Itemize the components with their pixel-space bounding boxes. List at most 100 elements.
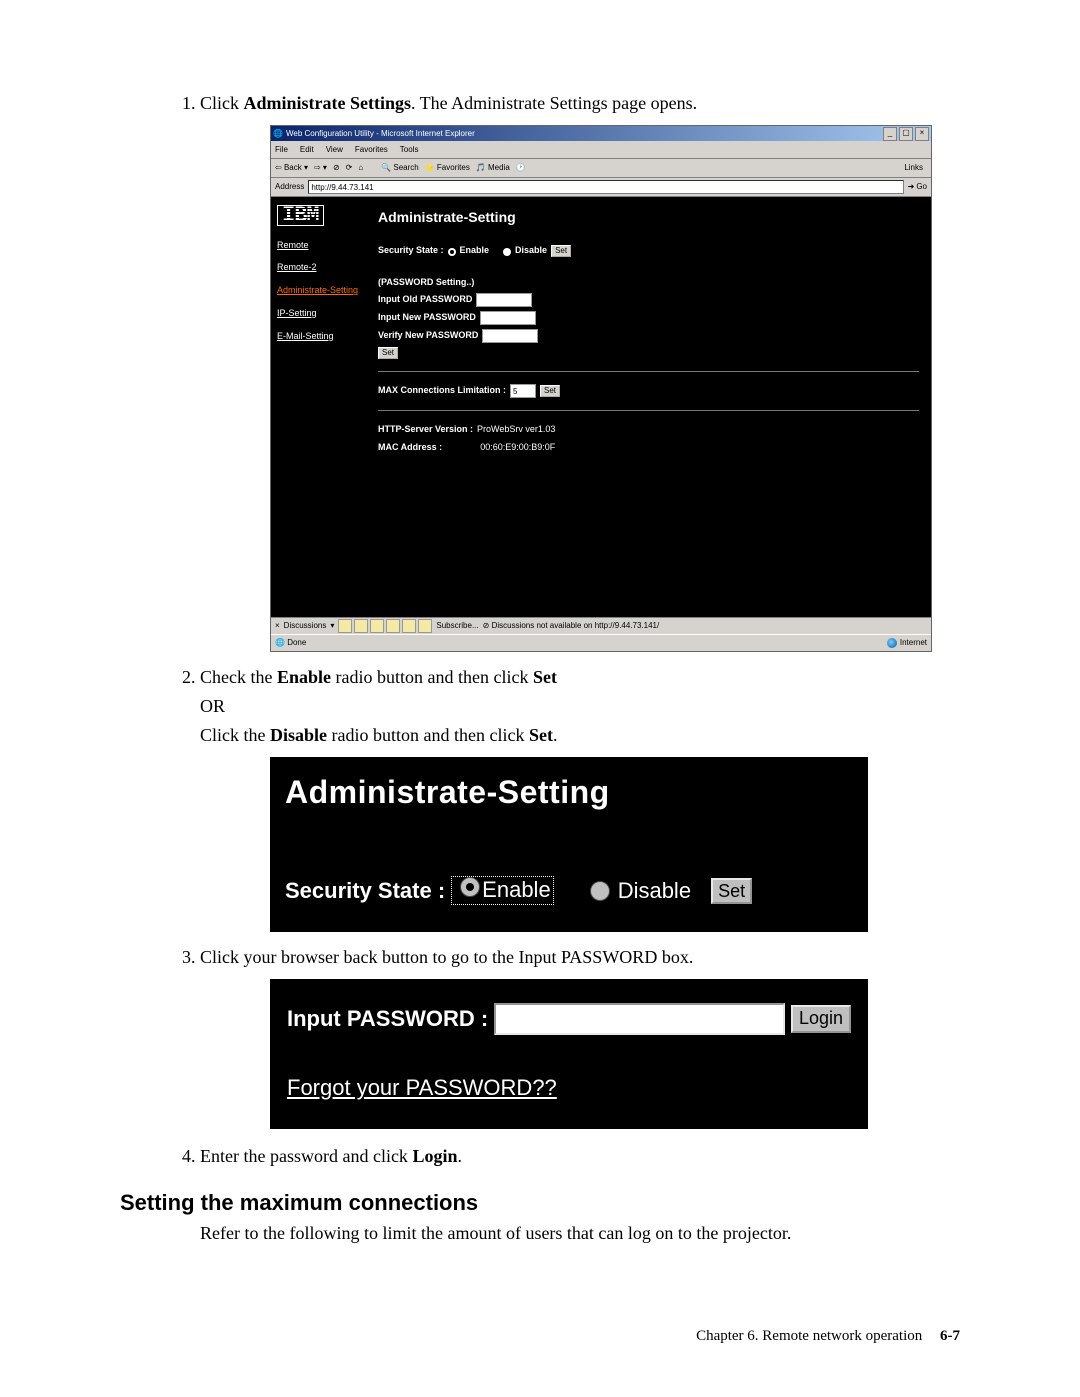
- footer-chapter: Chapter 6. Remote network operation: [696, 1328, 922, 1344]
- sidebar-item-remote-2[interactable]: Remote-2: [277, 262, 360, 273]
- discuss-icon-1[interactable]: [338, 619, 352, 633]
- step-2-or: OR: [200, 693, 960, 720]
- discuss-icon-3[interactable]: [370, 619, 384, 633]
- step-4-pre: Enter the password and click: [200, 1146, 412, 1166]
- menu-file[interactable]: File: [275, 144, 288, 156]
- figure-input-password: Input PASSWORD : Login Forgot your PASSW…: [270, 979, 868, 1129]
- new-password-input[interactable]: [480, 311, 536, 325]
- enable-label: Enable: [460, 244, 490, 258]
- step-2b-post: .: [553, 725, 558, 745]
- links-label[interactable]: Links: [873, 162, 927, 174]
- sidebar-item-administrate-setting[interactable]: Administrate-Setting: [277, 285, 360, 296]
- discussions-label[interactable]: Discussions: [284, 620, 327, 632]
- step-2: Check the Enable radio button and then c…: [200, 664, 960, 932]
- forward-button[interactable]: ⇨ ▾: [314, 162, 327, 174]
- step-2b-mid: radio button and then click: [327, 725, 529, 745]
- status-zone: Internet: [887, 637, 927, 649]
- fig2-set-button[interactable]: Set: [711, 878, 752, 904]
- fig3-forgot-link[interactable]: Forgot your PASSWORD??: [287, 1071, 557, 1104]
- sidebar-item-remote[interactable]: Remote: [277, 240, 360, 251]
- figure-ie-window: 🌐 Web Configuration Utility - Microsoft …: [270, 125, 932, 652]
- address-input[interactable]: [308, 180, 903, 194]
- menu-tools[interactable]: Tools: [400, 144, 419, 156]
- discuss-icon-4[interactable]: [386, 619, 400, 633]
- menu-favorites[interactable]: Favorites: [355, 144, 388, 156]
- fig3-password-input[interactable]: [494, 1003, 785, 1035]
- menu-view[interactable]: View: [326, 144, 343, 156]
- discuss-icon-6[interactable]: [418, 619, 432, 633]
- set-security-button[interactable]: Set: [551, 245, 571, 257]
- mac-address-label: MAC Address :: [378, 441, 442, 455]
- menu-edit[interactable]: Edit: [300, 144, 314, 156]
- history-icon[interactable]: 🕑: [516, 162, 526, 174]
- step-2b-bold2: Set: [529, 725, 553, 745]
- discuss-icon-5[interactable]: [402, 619, 416, 633]
- new-password-label: Input New PASSWORD: [378, 311, 476, 325]
- step-2-bold2: Set: [533, 667, 557, 687]
- minimize-button[interactable]: _: [883, 127, 897, 141]
- fig2-disable-radio[interactable]: [590, 881, 610, 901]
- discuss-unavailable: ⊘ Discussions not available on http://9.…: [483, 620, 660, 632]
- back-button[interactable]: ⇦ Back ▾: [275, 162, 308, 174]
- enable-radio[interactable]: [448, 248, 456, 256]
- footer-page-number: 6-7: [940, 1328, 960, 1344]
- sidebar-item-email-setting[interactable]: E-Mail-Setting: [277, 331, 360, 342]
- favorites-button[interactable]: ⭐ Favorites: [425, 162, 470, 174]
- ie-status-bar: 🌐 Done Internet: [271, 634, 931, 651]
- security-state-label: Security State :: [378, 244, 444, 258]
- discuss-close-icon[interactable]: ×: [275, 620, 280, 632]
- set-password-button[interactable]: Set: [378, 347, 398, 359]
- max-connections-row: MAX Connections Limitation : Set: [378, 384, 919, 398]
- close-button[interactable]: ×: [915, 127, 929, 141]
- maximize-button[interactable]: ▢: [899, 127, 913, 141]
- step-2-bold1: Enable: [277, 667, 331, 687]
- old-password-input[interactable]: [476, 293, 532, 307]
- max-connections-label: MAX Connections Limitation :: [378, 384, 506, 398]
- globe-icon: [887, 638, 897, 648]
- stop-icon[interactable]: ⊘: [333, 162, 340, 174]
- ie-titlebar: 🌐 Web Configuration Utility - Microsoft …: [271, 126, 931, 141]
- http-version-label: HTTP-Server Version :: [378, 423, 473, 437]
- ie-sidebar: IBM Remote Remote-2 Administrate-Setting…: [271, 197, 366, 617]
- ie-main-panel: Administrate-Setting Security State : En…: [366, 197, 931, 617]
- step-1-text-pre: Click: [200, 93, 244, 113]
- discuss-icon-2[interactable]: [354, 619, 368, 633]
- set-max-button[interactable]: Set: [540, 385, 560, 397]
- ie-menubar: File Edit View Favorites Tools: [271, 141, 931, 159]
- step-4-post: .: [457, 1146, 462, 1166]
- fig3-login-button[interactable]: Login: [791, 1005, 851, 1033]
- fig2-enable-radio[interactable]: [460, 877, 480, 897]
- disable-radio[interactable]: [503, 248, 511, 256]
- security-state-row: Security State : Enable Disable Set: [378, 244, 919, 258]
- step-1-bold: Administrate Settings: [244, 93, 412, 113]
- old-password-label: Input Old PASSWORD: [378, 293, 472, 307]
- figure-administrate-setting: Administrate-Setting Security State : En…: [270, 757, 868, 932]
- fig2-disable-label: Disable: [618, 874, 691, 907]
- sidebar-item-ip-setting[interactable]: IP-Setting: [277, 308, 360, 319]
- refresh-icon[interactable]: ⟳: [346, 162, 353, 174]
- step-1-text-post: . The Administrate Settings page opens.: [411, 93, 697, 113]
- ie-toolbar: ⇦ Back ▾ ⇨ ▾ ⊘ ⟳ ⌂ 🔍 Search ⭐ Favorites …: [271, 159, 931, 178]
- media-button[interactable]: 🎵 Media: [476, 162, 510, 174]
- page-footer: Chapter 6. Remote network operation 6-7: [696, 1328, 960, 1345]
- verify-password-input[interactable]: [482, 329, 538, 343]
- password-heading: (PASSWORD Setting..): [378, 276, 919, 290]
- step-3: Click your browser back button to go to …: [200, 944, 960, 1129]
- main-heading: Administrate-Setting: [378, 207, 919, 228]
- home-icon[interactable]: ⌂: [358, 162, 363, 174]
- max-connections-input[interactable]: [510, 384, 536, 398]
- ibm-logo: IBM: [277, 205, 324, 226]
- step-2b-pre: Click the: [200, 725, 270, 745]
- go-button[interactable]: ➜ Go: [908, 181, 927, 193]
- fig2-enable-label: Enable: [482, 877, 551, 902]
- fig2-heading: Administrate-Setting: [285, 768, 853, 816]
- search-button[interactable]: 🔍 Search: [381, 162, 419, 174]
- step-3-text: Click your browser back button to go to …: [200, 947, 693, 967]
- subscribe-link[interactable]: Subscribe...: [436, 620, 478, 632]
- ie-discuss-bar: × Discussions ▾ Subscribe... ⊘ Discussio…: [271, 617, 931, 634]
- ie-icon: 🌐: [273, 128, 283, 140]
- address-label: Address: [275, 181, 304, 193]
- step-2-mid: radio button and then click: [331, 667, 533, 687]
- fig2-security-label: Security State :: [285, 874, 445, 907]
- mac-address-value: 00:60:E9:00:B9:0F: [480, 441, 555, 455]
